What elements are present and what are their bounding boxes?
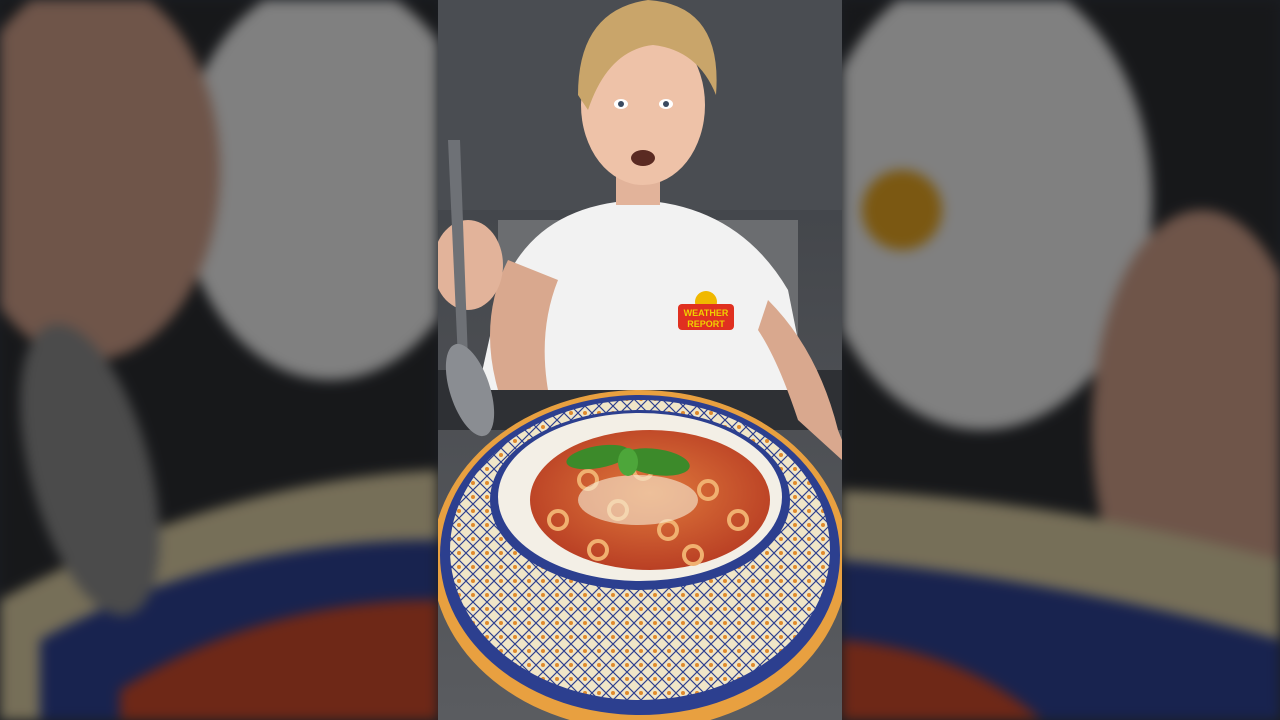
- scene-illustration: WEATHER REPORT: [438, 0, 842, 720]
- shirt-logo-line1: WEATHER: [684, 308, 729, 318]
- mouth: [631, 150, 655, 166]
- video-frame: WEATHER REPORT: [438, 0, 842, 720]
- shirt-logo-line2: REPORT: [687, 319, 725, 329]
- blurred-background-right: [842, 0, 1280, 720]
- blurred-background-left: [0, 0, 438, 720]
